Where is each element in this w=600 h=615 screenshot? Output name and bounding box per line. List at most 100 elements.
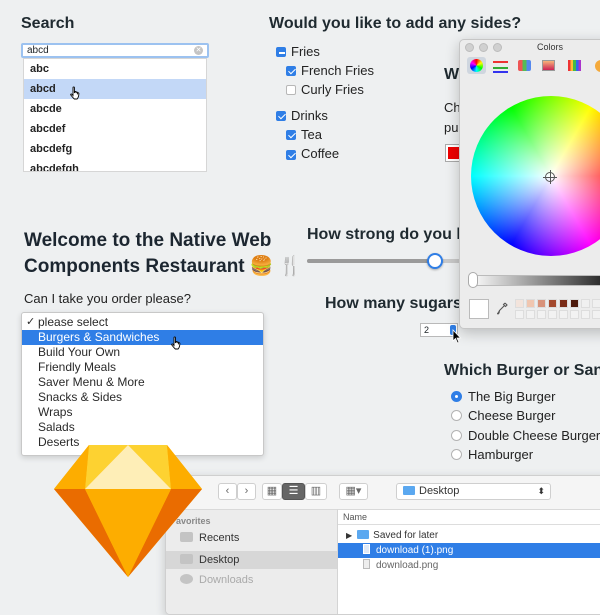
curly-fries-checkbox[interactable] — [286, 85, 296, 95]
radio-hamburger[interactable] — [451, 449, 462, 460]
favorite-color-chip[interactable] — [526, 310, 535, 319]
pencils-tab-icon[interactable] — [565, 57, 584, 74]
folder-icon — [357, 530, 370, 539]
menu-option-label: please select — [38, 315, 109, 329]
french-fries-label: French Fries — [301, 63, 374, 78]
location-popup[interactable]: Desktop ⬍ — [396, 483, 551, 500]
favorite-color-chip[interactable] — [548, 310, 557, 319]
back-button[interactable]: ‹ — [218, 483, 237, 500]
finder-file-list[interactable]: Name ▶ Saved for later download (1).png d… — [338, 509, 600, 614]
suggestion-abcdefg[interactable]: abcdefg — [24, 139, 206, 159]
minimize-button[interactable] — [479, 43, 488, 52]
column-view-button[interactable]: ▥ — [305, 483, 327, 500]
suggestion-abcdefgh[interactable]: abcdefgh — [24, 159, 206, 171]
suggestion-abcd[interactable]: abcd — [24, 79, 206, 99]
drinks-checkbox[interactable] — [276, 111, 286, 121]
image-file-icon — [363, 544, 370, 554]
favorite-color-chip[interactable] — [592, 310, 600, 319]
file-row-download[interactable]: download.png — [338, 558, 600, 573]
menu-option-friendly-meals[interactable]: Friendly Meals — [22, 360, 263, 375]
strength-heading: How strong do you lik — [307, 226, 475, 243]
current-color-swatch[interactable] — [469, 299, 489, 319]
color-sliders-tab-icon[interactable] — [491, 57, 510, 74]
zoom-button[interactable] — [493, 43, 502, 52]
crayons-tab-icon[interactable] — [592, 57, 600, 74]
pointer-hand-icon — [171, 336, 181, 350]
image-palettes-tab-icon[interactable] — [539, 57, 558, 74]
partial-heading: W — [444, 66, 460, 83]
suggestion-abcdef[interactable]: abcdef — [24, 119, 206, 139]
radio-hamburger-label: Hamburger — [468, 447, 534, 462]
coffee-label: Coffee — [301, 146, 340, 161]
menu-option-build-your-own[interactable]: Build Your Own — [22, 345, 263, 360]
drinks-label: Drinks — [291, 108, 328, 123]
search-input[interactable]: abcd ✕ — [21, 43, 209, 58]
strength-slider-track[interactable] — [307, 259, 467, 263]
menu-option-please-select[interactable]: ✓ please select — [22, 315, 263, 330]
list-view-button[interactable]: ☰ — [282, 483, 305, 500]
strength-slider-knob[interactable] — [427, 253, 443, 269]
suggestion-abc[interactable]: abc — [24, 59, 206, 79]
updown-chevron-icon: ⬍ — [537, 486, 545, 496]
favorite-color-chip[interactable] — [526, 299, 535, 308]
columns-icon: ▥ — [310, 485, 322, 497]
name-column-header[interactable]: Name — [338, 510, 600, 525]
favorite-color-chip[interactable] — [570, 310, 579, 319]
menu-option-burgers[interactable]: Burgers & Sandwiches — [22, 330, 263, 345]
favorite-color-chip[interactable] — [537, 299, 546, 308]
tea-label: Tea — [301, 127, 322, 142]
file-row-download-1[interactable]: download (1).png — [338, 543, 600, 558]
favorite-color-chip[interactable] — [559, 299, 568, 308]
arrow-cursor-icon — [452, 329, 462, 344]
finder-window[interactable]: ‹ › ▦ ☰ ▥ ▦▾ Desktop ⬍ avorites Recents … — [165, 475, 600, 615]
partial-text-line2: pu — [444, 120, 459, 135]
clear-search-icon[interactable]: ✕ — [194, 46, 203, 55]
menu-option-wraps[interactable]: Wraps — [22, 405, 263, 420]
file-name: download.png — [376, 560, 439, 571]
color-palettes-tab-icon[interactable] — [515, 57, 534, 74]
search-suggestion-list[interactable]: abc abcd abcde abcdef abcdefg abcdefgh — [23, 58, 207, 172]
disclosure-triangle-icon[interactable]: ▶ — [346, 531, 352, 540]
tea-checkbox[interactable] — [286, 130, 296, 140]
fries-checkbox[interactable] — [276, 47, 286, 57]
arrange-button[interactable]: ▦▾ — [339, 483, 368, 500]
color-wheel-tab-icon[interactable] — [467, 57, 486, 74]
colors-panel[interactable]: Colors — [459, 39, 600, 329]
order-question: Can I take you order please? — [24, 291, 191, 306]
file-row-saved-for-later[interactable]: ▶ Saved for later — [338, 528, 600, 543]
coffee-checkbox[interactable] — [286, 150, 296, 160]
location-label: Desktop — [419, 485, 460, 497]
icon-view-button[interactable]: ▦ — [262, 483, 282, 500]
sugars-value: 2 — [424, 325, 430, 335]
checkmark-icon: ✓ — [26, 316, 36, 328]
radio-cheese-burger[interactable] — [451, 410, 462, 421]
image-file-icon — [363, 559, 370, 569]
favorite-color-chip[interactable] — [570, 299, 579, 308]
favorite-color-chip[interactable] — [515, 299, 524, 308]
menu-option-saver-menu[interactable]: Saver Menu & More — [22, 375, 263, 390]
menu-option-salads[interactable]: Salads — [22, 420, 263, 435]
favorite-color-chip[interactable] — [515, 310, 524, 319]
favorite-color-chip[interactable] — [581, 299, 590, 308]
favorite-color-chip[interactable] — [537, 310, 546, 319]
forward-button[interactable]: › — [237, 483, 256, 500]
favorite-color-chip[interactable] — [592, 299, 600, 308]
color-wheel-crosshair-icon[interactable] — [543, 170, 557, 184]
brightness-slider-knob[interactable] — [468, 272, 478, 288]
menu-category-select[interactable]: ✓ please select Burgers & Sandwiches Buil… — [21, 312, 264, 456]
favorite-color-chip[interactable] — [581, 310, 590, 319]
close-button[interactable] — [465, 43, 474, 52]
french-fries-checkbox[interactable] — [286, 66, 296, 76]
favorite-color-chip[interactable] — [559, 310, 568, 319]
color-wheel[interactable] — [471, 96, 600, 256]
eyedropper-icon[interactable] — [497, 302, 508, 316]
menu-option-snacks[interactable]: Snacks & Sides — [22, 390, 263, 405]
radio-big-burger[interactable] — [451, 391, 462, 402]
fries-label: Fries — [291, 44, 320, 59]
brightness-slider[interactable] — [469, 275, 600, 286]
radio-double-cheese-burger[interactable] — [451, 430, 462, 441]
chevron-left-icon: ‹ — [225, 485, 230, 497]
favorite-color-chip[interactable] — [548, 299, 557, 308]
file-name: download (1).png — [376, 545, 454, 556]
suggestion-abcde[interactable]: abcde — [24, 99, 206, 119]
